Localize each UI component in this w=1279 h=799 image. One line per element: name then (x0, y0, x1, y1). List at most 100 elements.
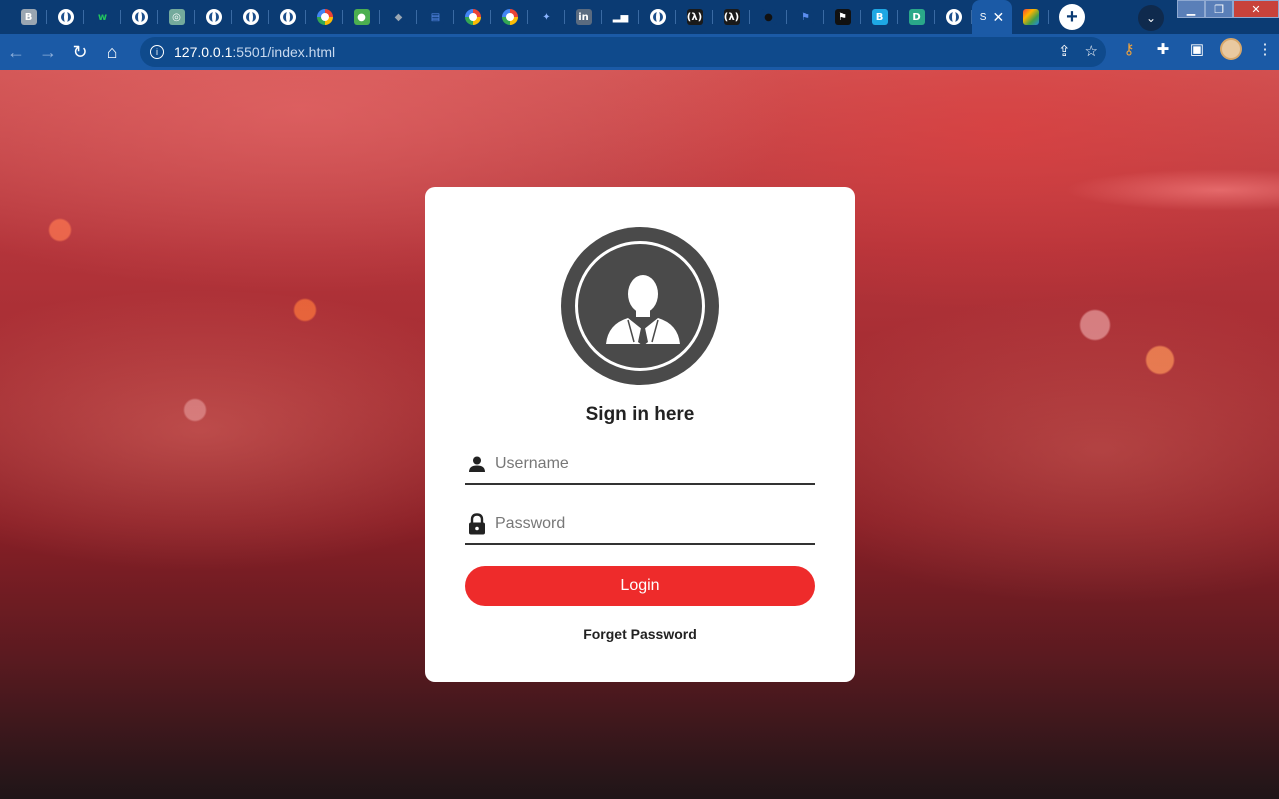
page-viewport: Sign in here Login Forget Password (0, 70, 1279, 799)
browser-tab[interactable]: ◆ (380, 0, 417, 34)
window-controls: ▁ ❐ ✕ (1177, 0, 1279, 18)
browser-tab[interactable] (454, 0, 491, 34)
browser-tab[interactable]: in (565, 0, 602, 34)
puzzle-extensions-icon[interactable]: ✚ (1152, 38, 1174, 60)
browser-tab[interactable]: ● (343, 0, 380, 34)
browser-tab[interactable] (121, 0, 158, 34)
browser-tab[interactable]: ✦ (528, 0, 565, 34)
google-icon (501, 9, 518, 25)
flag-icon: ⚑ (834, 9, 851, 25)
browser-tab[interactable] (935, 0, 972, 34)
globe-icon (57, 9, 74, 25)
google-icon (464, 9, 481, 25)
tab-search-button[interactable]: ⌄ (1138, 5, 1164, 31)
chevron-down-icon: ⌄ (1145, 11, 1157, 25)
d-icon: D (908, 9, 925, 25)
user-icon (465, 453, 491, 475)
forget-password-link[interactable]: Forget Password (425, 626, 855, 642)
tab-list: Bw ◎ ● ◆ ▤ ✦ in ▂▅ (λ) (λ) ● ⚑ ⚑ B D S ✕ + (0, 0, 1085, 34)
browser-tab[interactable] (232, 0, 269, 34)
sparkle-icon: ✦ (538, 9, 555, 25)
flag-icon: ⚑ (797, 9, 814, 25)
layers-icon: ◆ (390, 9, 407, 25)
browser-tab[interactable]: (λ) (676, 0, 713, 34)
google-icon (316, 9, 333, 25)
forward-button[interactable]: → (32, 36, 64, 68)
share-icon[interactable]: ⇪ (1058, 42, 1071, 60)
globe-icon (649, 9, 666, 25)
browser-tab[interactable]: ◎ (158, 0, 195, 34)
lock-icon (465, 513, 491, 535)
reload-icon: ↻ (72, 41, 88, 62)
globe-icon (242, 9, 259, 25)
back-button[interactable]: ← (0, 36, 32, 68)
url-path: :5501/index.html (232, 44, 336, 60)
username-input[interactable] (491, 449, 815, 479)
browser-tab[interactable]: D (898, 0, 935, 34)
browser-tab[interactable] (269, 0, 306, 34)
profile-avatar[interactable] (1220, 38, 1242, 60)
tab-strip: Bw ◎ ● ◆ ▤ ✦ in ▂▅ (λ) (λ) ● ⚑ ⚑ B D S ✕ + ⌄ ▁ ❐ ✕ (0, 0, 1279, 34)
lambda-icon: (λ) (723, 9, 740, 25)
browser-tab[interactable] (195, 0, 232, 34)
leaf-icon: ● (353, 9, 370, 25)
w-icon: w (94, 9, 111, 25)
browser-tab[interactable]: ⚑ (787, 0, 824, 34)
user-avatar (561, 227, 719, 385)
colorful-app-icon (1022, 9, 1039, 25)
browser-tab[interactable]: B (861, 0, 898, 34)
arrow-right-icon: → (39, 41, 57, 62)
linkedin-icon: in (575, 9, 592, 25)
browser-tab[interactable] (491, 0, 528, 34)
browser-tab[interactable]: ⚑ (824, 0, 861, 34)
extensions-area: ⚷ ✚ ▣ ⋮ (1118, 38, 1276, 60)
key-extension-icon[interactable]: ⚷ (1118, 38, 1140, 60)
github-icon: ● (760, 9, 777, 25)
browser-tab[interactable] (306, 0, 343, 34)
browser-tab[interactable]: ● (750, 0, 787, 34)
home-icon: ⌂ (106, 41, 118, 62)
home-button[interactable]: ⌂ (96, 36, 128, 68)
password-input[interactable] (491, 509, 815, 539)
username-field (465, 445, 815, 485)
close-window-button[interactable]: ✕ (1233, 0, 1279, 18)
lambda-icon: (λ) (686, 9, 703, 25)
browser-tab[interactable]: ▂▅ (602, 0, 639, 34)
browser-tab[interactable] (1012, 0, 1049, 34)
browser-tab[interactable] (639, 0, 676, 34)
new-tab-button[interactable]: + (1059, 4, 1085, 30)
page-title: Sign in here (585, 404, 695, 425)
b-icon: B (871, 9, 888, 25)
address-bar[interactable]: i 127.0.0.1:5501/index.html ⇪ ☆ (140, 37, 1106, 67)
globe-icon (945, 9, 962, 25)
active-tab[interactable]: S ✕ (972, 0, 1012, 34)
browser-tab[interactable]: ▤ (417, 0, 454, 34)
b-icon: B (20, 9, 37, 25)
active-tab-label: S (979, 11, 987, 23)
password-field (465, 505, 815, 545)
globe-icon (279, 9, 296, 25)
login-button[interactable]: Login (465, 566, 815, 606)
maximize-button[interactable]: ❐ (1205, 0, 1233, 18)
kebab-menu-icon[interactable]: ⋮ (1254, 38, 1276, 60)
bookmark-star-icon[interactable]: ☆ (1085, 42, 1098, 60)
avatar-ring (575, 241, 705, 371)
browser-tab[interactable]: B (10, 0, 47, 34)
reload-button[interactable]: ↻ (64, 36, 96, 68)
info-icon[interactable]: i (150, 45, 164, 59)
browser-toolbar: ← → ↻ ⌂ i 127.0.0.1:5501/index.html ⇪ ☆ … (0, 34, 1279, 70)
login-card: Sign in here Login Forget Password (425, 187, 855, 682)
close-tab-icon[interactable]: ✕ (992, 9, 1004, 26)
globe-icon (131, 9, 148, 25)
arrow-left-icon: ← (7, 41, 25, 62)
browser-tab[interactable]: w (84, 0, 121, 34)
browser-tab[interactable]: (λ) (713, 0, 750, 34)
browser-tab[interactable] (47, 0, 84, 34)
form-icon: ▤ (427, 9, 444, 25)
businessman-icon (606, 275, 680, 346)
openai-icon: ◎ (168, 9, 185, 25)
side-panel-icon[interactable]: ▣ (1186, 38, 1208, 60)
minimize-button[interactable]: ▁ (1177, 0, 1205, 18)
bars-icon: ▂▅ (612, 9, 629, 25)
url-host: 127.0.0.1 (174, 44, 233, 60)
